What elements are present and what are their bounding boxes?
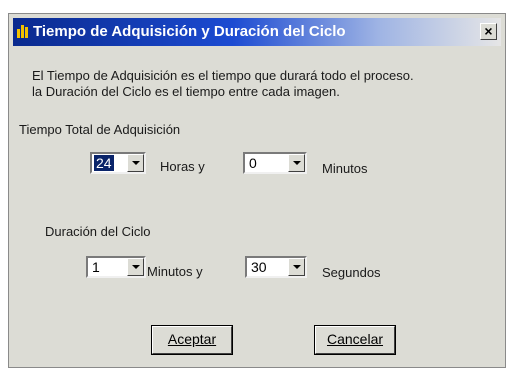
chevron-down-icon[interactable] xyxy=(127,258,144,276)
close-icon: × xyxy=(484,23,493,39)
window-title: Tiempo de Adquisición y Duración del Cic… xyxy=(33,23,346,40)
accept-button[interactable]: Aceptar xyxy=(151,325,233,355)
dialog-window: Tiempo de Adquisición y Duración del Cic… xyxy=(8,13,506,368)
cycle-minutes-value: 1 xyxy=(92,259,100,275)
cycle-minutes-label: Minutos y xyxy=(147,264,203,279)
seconds-select[interactable]: 30 xyxy=(245,256,307,278)
cancel-button[interactable]: Cancelar xyxy=(314,325,396,355)
chevron-down-icon[interactable] xyxy=(288,258,305,276)
close-button[interactable]: × xyxy=(480,23,497,40)
hours-select[interactable]: 24 xyxy=(90,152,146,174)
minutes-select[interactable]: 0 xyxy=(243,152,307,174)
total-time-heading: Tiempo Total de Adquisición xyxy=(19,122,181,137)
title-bar[interactable]: Tiempo de Adquisición y Duración del Cic… xyxy=(13,18,501,46)
minutes-value: 0 xyxy=(249,155,257,171)
hours-label: Horas y xyxy=(160,159,205,174)
chevron-down-icon[interactable] xyxy=(288,154,305,172)
app-icon xyxy=(17,25,29,38)
description-line-1: El Tiempo de Adquisición es el tiempo qu… xyxy=(32,68,414,83)
seconds-value: 30 xyxy=(251,259,267,275)
minutes-label: Minutos xyxy=(322,161,368,176)
description-line-2: la Duración del Ciclo es el tiempo entre… xyxy=(32,84,340,99)
cycle-duration-heading: Duración del Ciclo xyxy=(45,224,151,239)
seconds-label: Segundos xyxy=(322,265,381,280)
chevron-down-icon[interactable] xyxy=(127,154,144,172)
accept-label: Aceptar xyxy=(167,331,217,347)
cycle-minutes-select[interactable]: 1 xyxy=(86,256,146,278)
cancel-label: Cancelar xyxy=(326,331,384,347)
hours-value: 24 xyxy=(94,155,114,171)
